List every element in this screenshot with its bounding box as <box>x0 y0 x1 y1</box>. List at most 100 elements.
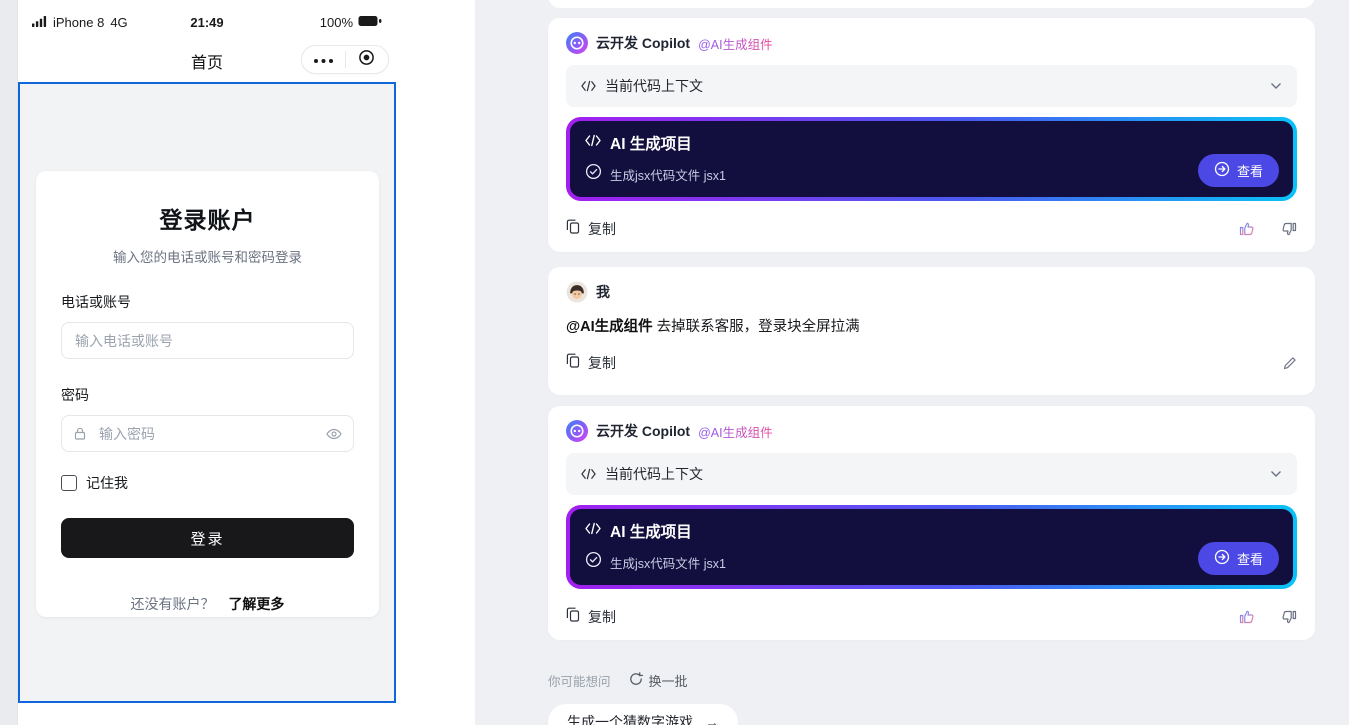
remember-me-label: 记住我 <box>86 475 128 491</box>
message-footer: 复制 <box>566 605 1297 629</box>
code-icon <box>585 134 601 152</box>
previous-message-card-partial <box>548 0 1315 8</box>
chevron-down-icon <box>1270 82 1282 90</box>
password-input[interactable] <box>61 415 354 452</box>
copy-button[interactable]: 复制 <box>566 607 616 627</box>
password-label: 密码 <box>61 387 89 403</box>
assistant-message-card: 云开发 Copilot @AI生成组件 当前代码上下文 AI 生成项目 生成js… <box>548 406 1315 640</box>
account-input[interactable] <box>61 322 354 359</box>
feedback-icons <box>1239 609 1297 625</box>
message-header: 云开发 Copilot @AI生成组件 <box>566 31 1297 55</box>
learn-more-link[interactable]: 了解更多 <box>228 596 284 612</box>
view-button[interactable]: 查看 <box>1197 154 1279 187</box>
thumbs-down-button[interactable] <box>1281 609 1297 625</box>
code-icon <box>585 522 601 540</box>
author-name: 云开发 Copilot <box>596 423 691 439</box>
thumbs-up-button[interactable] <box>1239 609 1255 625</box>
message-footer: 复制 <box>566 217 1297 241</box>
refresh-icon <box>629 672 643 689</box>
feedback-icons <box>1239 221 1297 237</box>
suggestions-row: 你可能想问 换一批 <box>548 671 688 690</box>
edit-icons <box>1282 356 1297 371</box>
phone-simulator-panel: iPhone 8 4G 21:49 100% 首页 登录账户 输入您的电话或账号… <box>18 0 475 725</box>
project-title: AI 生成项目 <box>610 524 692 541</box>
copy-label: 复制 <box>588 609 616 625</box>
context-collapse-bar[interactable]: 当前代码上下文 <box>566 65 1297 107</box>
refresh-suggestions-button[interactable]: 换一批 <box>629 671 688 690</box>
mention-badge: @AI生成组件 <box>698 422 773 441</box>
no-account-text: 还没有账户？ <box>130 596 215 612</box>
code-icon <box>581 468 596 480</box>
view-button-label: 查看 <box>1236 552 1263 567</box>
project-title: AI 生成项目 <box>610 136 692 153</box>
project-card: AI 生成项目 生成jsx代码文件 jsx1 查看 <box>566 117 1297 201</box>
author-name: 云开发 Copilot <box>596 35 691 51</box>
copy-icon <box>566 607 580 627</box>
check-circle-icon <box>585 163 602 185</box>
context-label: 当前代码上下文 <box>605 466 703 482</box>
author-name: 我 <box>596 284 610 300</box>
phone-status-bar: iPhone 8 4G 21:49 100% <box>18 0 396 36</box>
refresh-label: 换一批 <box>648 674 688 689</box>
copy-button[interactable]: 复制 <box>566 353 616 373</box>
account-input-wrap <box>61 322 354 359</box>
suggestion-chip-label: 生成一个猜数字游戏 <box>567 714 693 725</box>
miniprogram-capsule <box>301 45 389 74</box>
suggestion-chip[interactable]: 生成一个猜数字游戏 → <box>548 704 738 725</box>
message-header: 云开发 Copilot @AI生成组件 <box>566 419 1297 443</box>
code-icon <box>581 80 596 92</box>
login-subtitle: 输入您的电话或账号和密码登录 <box>113 250 302 265</box>
arrow-right-circle-icon <box>1214 161 1230 180</box>
context-collapse-bar[interactable]: 当前代码上下文 <box>566 453 1297 495</box>
copy-icon <box>566 353 580 373</box>
login-title: 登录账户 <box>159 207 256 233</box>
user-mention: @AI生成组件 <box>566 319 653 335</box>
user-text: 去掉联系客服，登录块全屏拉满 <box>656 319 860 335</box>
project-status: 生成jsx代码文件 jsx1 <box>610 556 726 571</box>
record-circle-icon <box>358 49 375 71</box>
suggestions-hint: 你可能想问 <box>548 675 611 689</box>
project-card: AI 生成项目 生成jsx代码文件 jsx1 查看 <box>566 505 1297 589</box>
remember-me-checkbox[interactable] <box>61 475 77 491</box>
app-window: iPhone 8 4G 21:49 100% 首页 登录账户 输入您的电话或账号… <box>0 0 1349 725</box>
login-card: 登录账户 输入您的电话或账号和密码登录 电话或账号 密码 <box>36 171 379 617</box>
copy-label: 复制 <box>588 355 616 371</box>
project-status: 生成jsx代码文件 jsx1 <box>610 168 726 183</box>
copilot-avatar <box>566 32 588 54</box>
message-footer: 复制 <box>566 351 1297 375</box>
lock-icon <box>73 426 87 446</box>
project-status-row: 生成jsx代码文件 jsx1 <box>585 163 1278 185</box>
check-circle-icon <box>585 551 602 573</box>
arrow-right-circle-icon <box>1214 549 1230 568</box>
copilot-avatar <box>566 420 588 442</box>
thumbs-down-button[interactable] <box>1281 221 1297 237</box>
project-status-row: 生成jsx代码文件 jsx1 <box>585 551 1278 573</box>
mention-badge: @AI生成组件 <box>698 34 773 53</box>
arrow-right-icon: → <box>705 714 719 725</box>
thumbs-up-button[interactable] <box>1239 221 1255 237</box>
user-message-text: @AI生成组件 去掉联系客服，登录块全屏拉满 <box>566 317 1297 337</box>
password-input-wrap <box>61 415 354 452</box>
copy-icon <box>566 219 580 239</box>
login-footer: 还没有账户？ 了解更多 <box>61 594 354 614</box>
edit-button[interactable] <box>1282 356 1297 371</box>
phone-viewport-frame: 登录账户 输入您的电话或账号和密码登录 电话或账号 密码 <box>18 82 396 703</box>
status-time: 21:49 <box>190 14 224 30</box>
user-avatar <box>566 281 588 303</box>
exit-miniprogram-button[interactable] <box>346 46 389 73</box>
project-title-row: AI 生成项目 <box>585 132 1278 154</box>
copilot-chat-panel: 云开发 Copilot @AI生成组件 当前代码上下文 AI 生成项目 生成js… <box>475 0 1349 725</box>
view-button[interactable]: 查看 <box>1197 542 1279 575</box>
assistant-message-card: 云开发 Copilot @AI生成组件 当前代码上下文 AI 生成项目 生成js… <box>548 18 1315 252</box>
account-label: 电话或账号 <box>61 294 131 310</box>
copy-button[interactable]: 复制 <box>566 219 616 239</box>
copy-label: 复制 <box>588 221 616 237</box>
left-gutter <box>0 0 18 725</box>
more-menu-button[interactable] <box>302 46 345 73</box>
phone-navbar: 首页 <box>18 36 396 82</box>
login-submit-button[interactable]: 登录 <box>61 518 354 558</box>
more-dots-icon <box>313 51 334 69</box>
eye-icon[interactable] <box>326 427 342 445</box>
project-title-row: AI 生成项目 <box>585 520 1278 542</box>
user-message-card: 我 @AI生成组件 去掉联系客服，登录块全屏拉满 复制 <box>548 267 1315 395</box>
